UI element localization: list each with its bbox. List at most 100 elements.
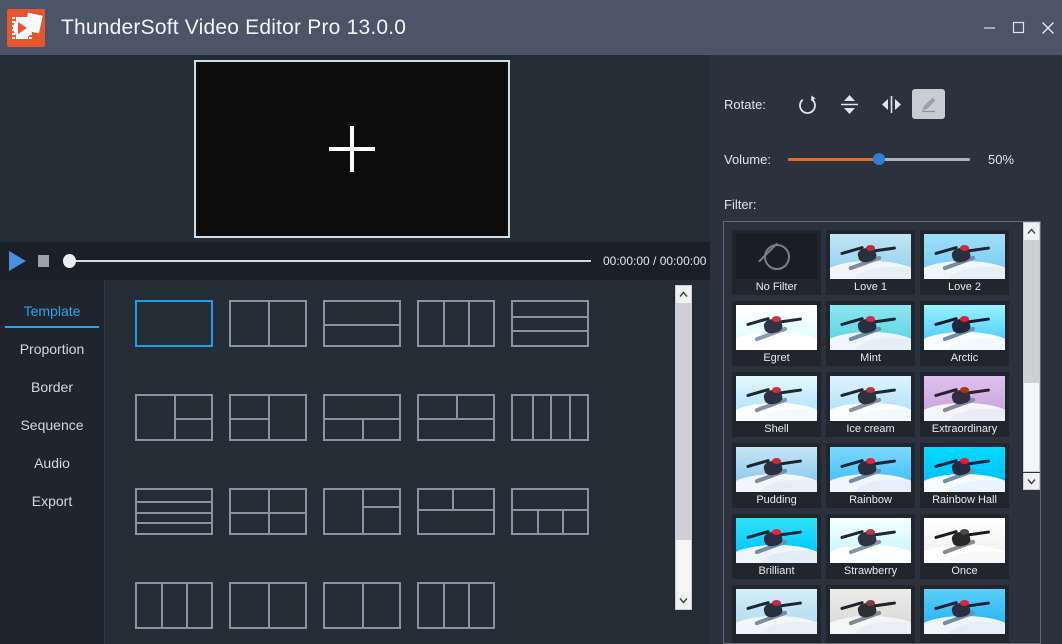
template-cell[interactable] — [323, 488, 401, 535]
right-panel: Rotate: Volume: 50% Filter: No Filter Lo… — [710, 55, 1062, 644]
filter-thumbnail — [736, 447, 817, 492]
filter-scroll-down-icon[interactable] — [1023, 473, 1040, 490]
filter-list: No Filter Love 1 Love 2 Egret Mint Arctic Shel… — [723, 221, 1041, 644]
sidebar-item-export[interactable]: Export — [0, 482, 104, 520]
flip-vertical-icon[interactable] — [828, 87, 870, 121]
filter-name: Love 1 — [853, 281, 888, 293]
template-divider — [362, 506, 399, 509]
sidebar-item-proportion[interactable]: Proportion — [0, 330, 104, 368]
template-cell[interactable] — [323, 394, 401, 441]
filter-item[interactable]: Arctic — [920, 301, 1009, 366]
play-icon[interactable] — [9, 251, 26, 271]
template-cell[interactable] — [417, 582, 495, 629]
rotate-clockwise-icon[interactable] — [786, 87, 828, 121]
template-divider — [268, 584, 270, 627]
template-divider — [231, 417, 268, 420]
template-divider — [419, 509, 493, 512]
lower-section: Template Proportion Border Sequence Audio Exp… — [0, 280, 710, 644]
filter-item[interactable] — [826, 585, 915, 643]
filter-name: Once — [951, 565, 978, 577]
filter-name: Ice cream — [846, 423, 895, 435]
minimize-button[interactable] — [975, 0, 1004, 55]
template-cell[interactable] — [135, 300, 213, 347]
pencil-edit-icon[interactable] — [912, 89, 945, 119]
filter-item[interactable]: Pudding — [732, 443, 821, 508]
template-cell[interactable] — [511, 394, 589, 441]
filter-item[interactable]: Rainbow — [826, 443, 915, 508]
sidebar-item-template[interactable]: Template — [0, 292, 104, 330]
template-cell[interactable] — [229, 300, 307, 347]
template-divider — [174, 417, 211, 420]
filter-thumbnail — [736, 305, 817, 350]
maximize-button[interactable] — [1004, 0, 1033, 55]
close-button[interactable] — [1033, 0, 1062, 55]
sidebar-item-sequence[interactable]: Sequence — [0, 406, 104, 444]
filter-scrollbar[interactable] — [1023, 222, 1040, 472]
filter-name: Shell — [764, 423, 789, 435]
template-panel — [106, 280, 710, 644]
filter-item[interactable]: Shell — [732, 372, 821, 437]
seek-handle[interactable] — [63, 254, 76, 268]
template-divider — [467, 302, 470, 345]
scroll-down-icon[interactable] — [676, 592, 691, 609]
filter-item[interactable]: Strawberry — [826, 514, 915, 579]
template-cell[interactable] — [135, 582, 213, 629]
filter-item[interactable]: Brilliant — [732, 514, 821, 579]
template-divider — [513, 330, 587, 333]
filter-name: Extraordinary — [931, 423, 998, 435]
filter-item[interactable]: Love 2 — [920, 230, 1009, 295]
filter-item[interactable]: Ice cream — [826, 372, 915, 437]
template-cell[interactable] — [417, 394, 495, 441]
sidebar-item-audio[interactable]: Audio — [0, 444, 104, 482]
volume-handle[interactable] — [873, 153, 885, 165]
filter-item[interactable]: Extraordinary — [920, 372, 1009, 437]
filter-item[interactable]: Once — [920, 514, 1009, 579]
template-cell[interactable] — [229, 488, 307, 535]
template-cell[interactable] — [511, 300, 589, 347]
template-cell[interactable] — [135, 394, 213, 441]
template-grid — [106, 280, 686, 644]
scroll-track[interactable] — [1024, 240, 1039, 471]
template-divider — [452, 490, 455, 510]
template-cell[interactable] — [229, 394, 307, 441]
filter-name: Pudding — [756, 494, 797, 506]
filter-item[interactable]: No Filter — [732, 230, 821, 295]
template-cell[interactable] — [229, 582, 307, 629]
scroll-thumb[interactable] — [1024, 240, 1039, 384]
filter-name: Rainbow — [849, 494, 892, 506]
template-cell[interactable] — [511, 488, 589, 535]
stop-icon[interactable] — [38, 255, 49, 267]
scroll-track[interactable] — [676, 303, 691, 592]
filter-thumbnail — [924, 589, 1005, 634]
seek-slider[interactable] — [63, 254, 591, 268]
template-divider — [467, 584, 470, 627]
template-cell[interactable] — [417, 300, 495, 347]
template-cell[interactable] — [417, 488, 495, 535]
scroll-up-icon[interactable] — [676, 286, 691, 303]
template-scrollbar[interactable] — [675, 285, 692, 610]
template-cell[interactable] — [135, 488, 213, 535]
template-cell[interactable] — [323, 582, 401, 629]
filter-item[interactable] — [732, 585, 821, 643]
preview-canvas[interactable] — [194, 60, 510, 238]
flip-horizontal-icon[interactable] — [870, 87, 912, 121]
scroll-up-icon[interactable] — [1024, 223, 1039, 240]
filter-thumbnail — [830, 589, 911, 634]
template-cell[interactable] — [323, 300, 401, 347]
filter-item[interactable]: Mint — [826, 301, 915, 366]
volume-slider[interactable] — [788, 152, 970, 166]
sidebar-item-border[interactable]: Border — [0, 368, 104, 406]
plus-icon[interactable] — [329, 126, 375, 172]
filter-item[interactable]: Rainbow Hall — [920, 443, 1009, 508]
sidebar-item-label: Export — [31, 493, 73, 509]
scroll-thumb[interactable] — [676, 303, 691, 540]
filter-item[interactable] — [920, 585, 1009, 643]
filter-thumbnail — [830, 234, 911, 279]
filter-item[interactable]: Love 1 — [826, 230, 915, 295]
seek-track — [63, 260, 591, 262]
filter-thumbnail — [830, 518, 911, 563]
filter-item[interactable]: Egret — [732, 301, 821, 366]
filter-label: Filter: — [724, 197, 757, 212]
template-divider — [443, 302, 446, 345]
preview-area — [0, 55, 710, 242]
